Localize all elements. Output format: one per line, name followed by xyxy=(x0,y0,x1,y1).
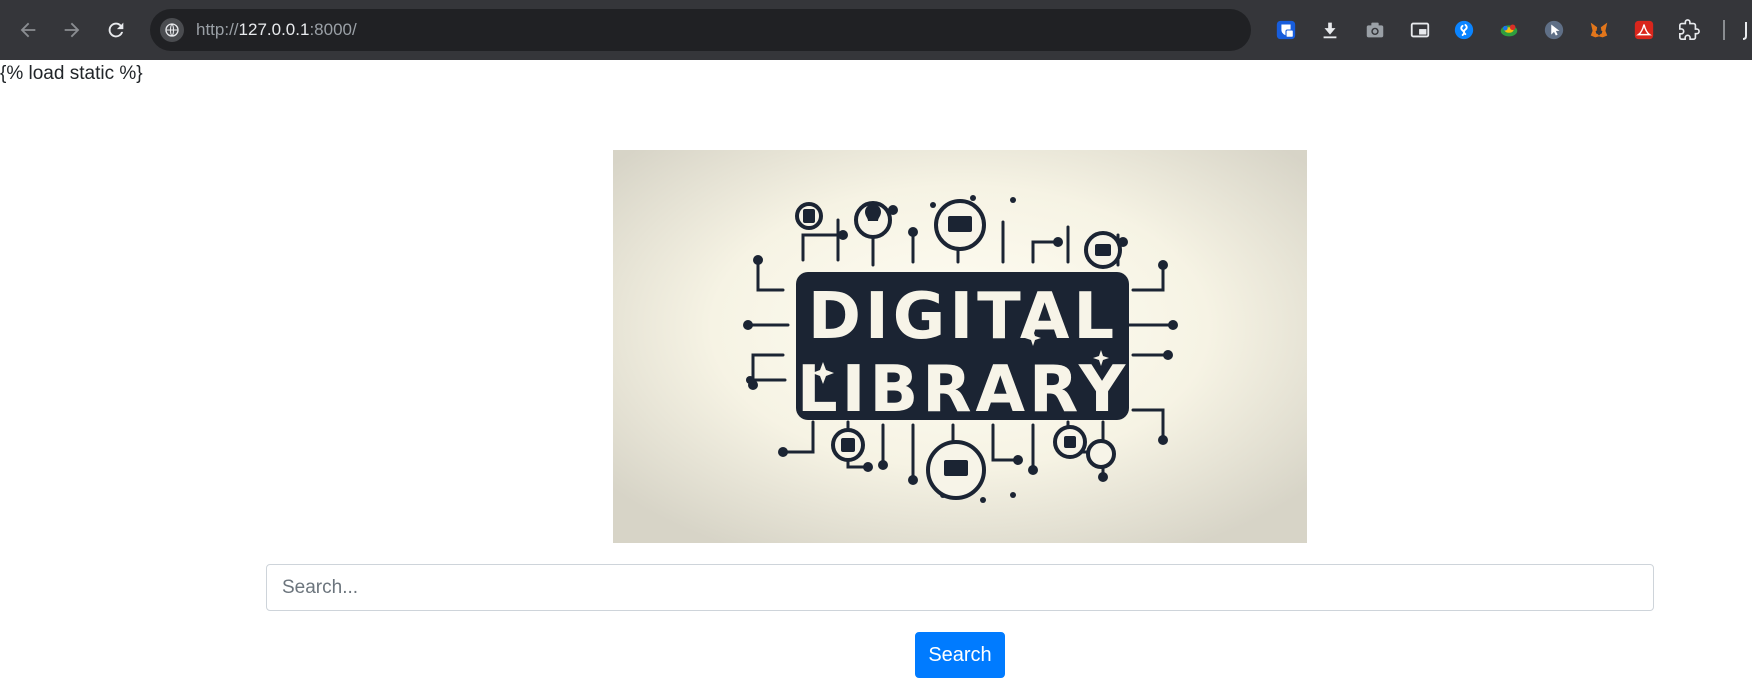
address-bar[interactable]: http://127.0.0.1:8000/ xyxy=(150,9,1251,51)
url-path: :8000/ xyxy=(309,20,357,39)
colorzilla-icon[interactable] xyxy=(1496,17,1522,43)
profile-button[interactable] xyxy=(1742,20,1752,42)
digital-library-logo: DIGITAL LIBRARY xyxy=(613,150,1307,543)
acrobat-icon[interactable] xyxy=(1631,17,1657,43)
logo-line-digital: DIGITAL xyxy=(808,280,1118,354)
camera-icon[interactable] xyxy=(1362,17,1388,43)
site-info-icon[interactable] xyxy=(160,18,184,42)
raw-template-tag: {% load static %} xyxy=(0,63,143,84)
reload-button[interactable] xyxy=(98,12,134,48)
shazam-icon[interactable] xyxy=(1451,17,1477,43)
forward-button[interactable] xyxy=(54,12,90,48)
download-icon[interactable] xyxy=(1317,17,1343,43)
url-scheme: http:// xyxy=(196,20,239,39)
back-button[interactable] xyxy=(10,12,46,48)
cursor-icon[interactable] xyxy=(1541,17,1567,43)
forward-arrow-icon xyxy=(64,22,80,38)
search-button[interactable]: Search xyxy=(915,632,1005,678)
extensions-puzzle-icon[interactable] xyxy=(1676,17,1702,43)
back-arrow-icon xyxy=(20,22,36,38)
toolbar-divider xyxy=(1723,20,1725,40)
reload-icon xyxy=(108,22,124,38)
browser-toolbar: http://127.0.0.1:8000/ xyxy=(0,0,1752,60)
search-input[interactable] xyxy=(266,564,1654,611)
url-text[interactable]: http://127.0.0.1:8000/ xyxy=(196,20,357,40)
url-host: 127.0.0.1 xyxy=(238,20,310,39)
picture-in-picture-icon[interactable] xyxy=(1407,17,1433,43)
metamask-icon[interactable] xyxy=(1586,17,1612,43)
logo-line-library: LIBRARY xyxy=(797,353,1129,427)
bitwarden-icon[interactable] xyxy=(1273,17,1299,43)
